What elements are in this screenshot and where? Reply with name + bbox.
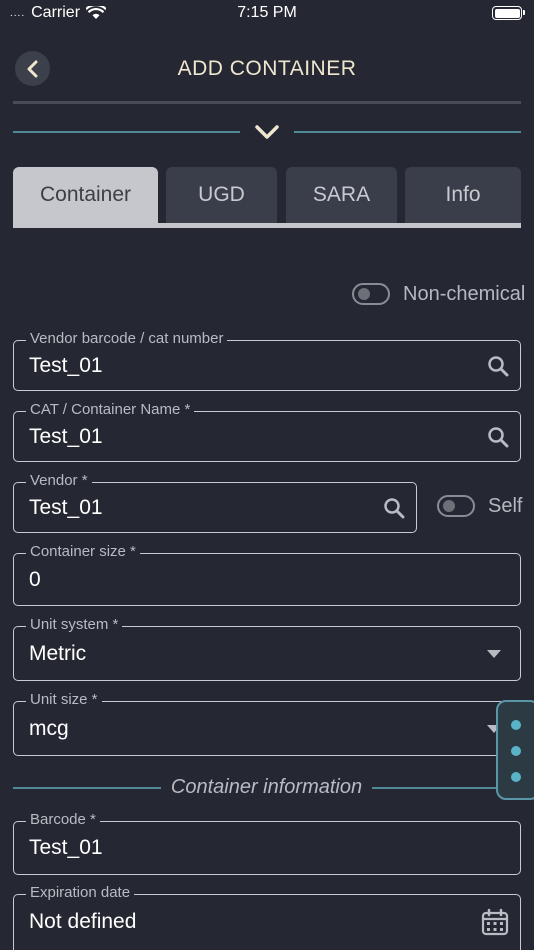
tab-underline [13, 223, 521, 228]
search-icon[interactable] [383, 497, 405, 519]
page-title: ADD CONTAINER [177, 57, 357, 80]
collapse-button[interactable] [254, 122, 280, 142]
unit-size-value: mcg [29, 717, 69, 740]
barcode-value: Test_01 [29, 836, 103, 859]
tab-bar: Container UGD SARA Info [13, 167, 521, 228]
search-icon[interactable] [487, 426, 509, 448]
container-size-value: 0 [29, 568, 41, 591]
more-dot [511, 720, 521, 730]
chevron-down-icon [255, 125, 279, 139]
tab-sara[interactable]: SARA [286, 167, 397, 223]
vendor-field[interactable]: Vendor * Test_01 [13, 472, 417, 533]
divider-left [13, 131, 240, 133]
container-name-field[interactable]: CAT / Container Name * Test_01 [13, 401, 521, 462]
tab-ugd[interactable]: UGD [166, 167, 277, 223]
unit-system-label: Unit system * [26, 616, 123, 633]
self-toggle[interactable] [437, 495, 475, 517]
more-options-button[interactable] [496, 700, 534, 800]
vendor-barcode-label: Vendor barcode / cat number [26, 330, 228, 347]
status-bar: .... Carrier 7:15 PM [0, 0, 534, 28]
non-chemical-label: Non-chemical [403, 283, 526, 305]
clock: 7:15 PM [237, 4, 297, 21]
unit-size-label: Unit size * [26, 691, 102, 708]
container-size-label: Container size * [26, 543, 140, 560]
vendor-value: Test_01 [29, 496, 103, 519]
tab-container[interactable]: Container [13, 167, 158, 223]
expiration-date-value: Not defined [29, 910, 137, 933]
unit-system-select[interactable]: Unit system * Metric [13, 616, 521, 681]
container-size-field[interactable]: Container size * 0 [13, 543, 521, 606]
tab-info[interactable]: Info [405, 167, 521, 223]
search-icon[interactable] [487, 355, 509, 377]
more-dot [511, 746, 521, 756]
divider-right [294, 131, 521, 133]
section-divider-right [372, 787, 496, 789]
container-name-label: CAT / Container Name * [26, 401, 195, 418]
header-divider [13, 101, 521, 104]
section-divider-left [13, 787, 161, 789]
unit-size-select[interactable]: Unit size * mcg [13, 691, 521, 756]
more-dot [511, 772, 521, 782]
dropdown-caret-icon[interactable] [487, 650, 501, 658]
non-chemical-toggle[interactable] [352, 283, 390, 305]
calendar-icon[interactable] [481, 908, 509, 936]
vendor-label: Vendor * [26, 472, 92, 489]
battery-icon [492, 6, 525, 20]
self-label: Self [488, 495, 523, 517]
vendor-barcode-value: Test_01 [29, 354, 103, 377]
vendor-barcode-field[interactable]: Vendor barcode / cat number Test_01 [13, 330, 521, 391]
expiration-date-label: Expiration date [26, 884, 135, 901]
unit-system-value: Metric [29, 642, 87, 665]
container-name-value: Test_01 [29, 425, 103, 448]
section-title: Container information [170, 776, 363, 798]
barcode-label: Barcode * [26, 811, 100, 828]
barcode-field[interactable]: Barcode * Test_01 [13, 811, 521, 875]
expiration-date-field[interactable]: Expiration date Not defined [13, 884, 521, 950]
